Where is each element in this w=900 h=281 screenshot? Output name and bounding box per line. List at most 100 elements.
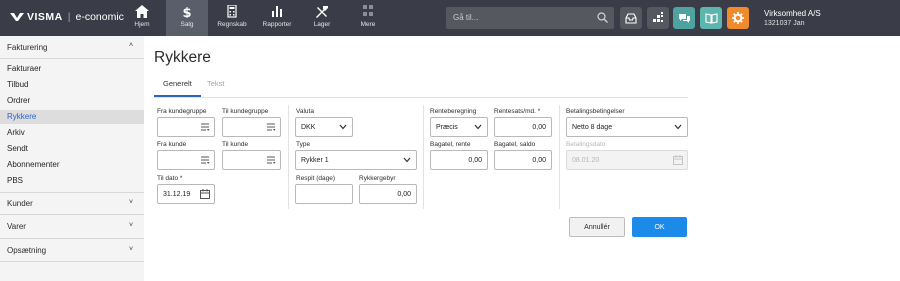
list-picker-icon[interactable] — [200, 122, 210, 132]
chevron-up-icon[interactable]: ˄ — [129, 42, 133, 49]
active-tab-indicator — [154, 95, 201, 97]
nav-lager[interactable]: Lager — [301, 0, 343, 36]
list-picker-icon[interactable] — [266, 122, 276, 132]
svg-text:$: $ — [182, 6, 191, 18]
nav-label: Regnskab — [217, 21, 247, 28]
chat-button[interactable] — [673, 7, 695, 29]
inbox-button[interactable] — [620, 7, 642, 29]
sidebar-divider — [0, 192, 144, 193]
chevron-down-icon[interactable]: ˅ — [129, 222, 133, 229]
cancel-button[interactable]: Annullér — [569, 217, 625, 237]
nav-salg[interactable]: $ Salg — [166, 0, 208, 36]
sidebar-divider — [0, 238, 144, 239]
app-logo[interactable]: VISMA | e-conomic — [10, 11, 124, 23]
til-dato-field[interactable]: 31.12.19 — [157, 184, 215, 204]
dots-grid-icon — [653, 12, 663, 22]
logo-separator: | — [67, 11, 71, 23]
sidebar-item-sendt[interactable]: Sendt — [0, 142, 144, 156]
sidebar-item-ordrer[interactable]: Ordrer — [0, 94, 144, 108]
column-divider — [288, 105, 289, 209]
sidebar-divider — [0, 261, 144, 262]
search-placeholder: Gå til... — [453, 13, 479, 22]
chat-icon — [678, 13, 690, 23]
page-title: Rykkere — [154, 49, 211, 66]
help-button[interactable] — [700, 7, 722, 29]
respit-field[interactable] — [295, 184, 353, 204]
company-number: 1321037 Jan — [764, 20, 805, 27]
search-input[interactable]: Gå til... — [446, 7, 614, 29]
rentesats-value: 0,00 — [532, 124, 546, 131]
valuta-value: DKK — [301, 124, 316, 131]
list-picker-icon[interactable] — [200, 155, 210, 165]
rykkergebyr-value: 0,00 — [397, 191, 411, 198]
sidebar-divider — [0, 214, 144, 215]
tools-icon — [316, 6, 328, 18]
sidebar-item-pbs[interactable]: PBS — [0, 174, 144, 188]
visma-logo-icon — [10, 13, 24, 21]
chevron-down-icon — [403, 157, 411, 163]
ok-button[interactable]: OK — [632, 217, 687, 237]
til-kundegruppe-label: Til kundegruppe — [222, 108, 269, 115]
nav-hjem[interactable]: Hjem — [121, 0, 163, 36]
bagatel-rente-field[interactable]: 0,00 — [430, 150, 488, 170]
sidebar-divider — [0, 58, 144, 59]
valuta-select[interactable]: DKK — [295, 117, 353, 137]
rentesats-field[interactable]: 0,00 — [494, 117, 552, 137]
tab-divider — [154, 97, 688, 98]
nav-label: Hjem — [134, 21, 150, 28]
renteberegning-select[interactable]: Præcis — [430, 117, 488, 137]
sidebar-item-abonnementer[interactable]: Abonnementer — [0, 158, 144, 172]
rentesats-label: Rentesats/md. * — [494, 108, 541, 115]
til-dato-value: 31.12.19 — [163, 191, 191, 198]
home-icon — [135, 5, 149, 18]
chevron-down-icon[interactable]: ˅ — [129, 246, 133, 253]
type-select[interactable]: Rykker 1 — [295, 150, 417, 170]
book-icon — [704, 12, 718, 24]
rykkergebyr-field[interactable]: 0,00 — [359, 184, 417, 204]
sidebar-section-kunder[interactable]: Kunder — [7, 199, 33, 208]
company-info[interactable]: Virksomhed A/S 1321037 Jan — [764, 9, 821, 29]
til-kunde-label: Til kunde — [222, 141, 249, 148]
til-kunde-field[interactable] — [222, 150, 281, 170]
nav-label: Rapporter — [262, 21, 292, 28]
betalingsbetingelser-select[interactable]: Netto 8 dage — [566, 117, 688, 137]
chevron-down-icon — [339, 124, 347, 130]
til-kundegruppe-field[interactable] — [222, 117, 281, 137]
sidebar-item-fakturaer[interactable]: Fakturaer — [0, 62, 144, 76]
sidebar-item-rykkere[interactable]: Rykkere — [0, 110, 144, 124]
fra-kunde-field[interactable] — [157, 150, 215, 170]
rykkergebyr-label: Rykkergebyr — [359, 175, 396, 182]
sidebar-item-tilbud[interactable]: Tilbud — [0, 78, 144, 92]
fra-kunde-label: Fra kunde — [157, 141, 187, 148]
valuta-label: Valuta — [296, 108, 314, 115]
fra-kundegruppe-label: Fra kundegruppe — [157, 108, 207, 115]
betalingsbetingelser-label: Betalingsbetingelser — [566, 108, 625, 115]
tab-tekst[interactable]: Tekst — [207, 79, 225, 88]
bagatel-saldo-value: 0,00 — [532, 157, 546, 164]
sidebar-section-varer[interactable]: Varer — [7, 222, 26, 231]
dollar-icon: $ — [182, 6, 191, 18]
list-picker-icon[interactable] — [266, 155, 276, 165]
sidebar-section-fakturering[interactable]: Fakturering — [7, 43, 47, 52]
nav-label: Lager — [313, 21, 331, 28]
column-divider — [423, 105, 424, 209]
company-name: Virksomhed A/S — [764, 9, 821, 18]
chevron-down-icon — [474, 124, 482, 130]
calendar-icon[interactable] — [200, 189, 210, 199]
chevron-down-icon[interactable]: ˅ — [129, 199, 133, 206]
bar-chart-icon — [272, 6, 282, 17]
nav-label: Salg — [180, 21, 194, 28]
nav-mere[interactable]: Mere — [347, 0, 389, 36]
nav-regnskab[interactable]: Regnskab — [211, 0, 253, 36]
search-icon[interactable] — [597, 12, 608, 23]
gear-icon — [732, 12, 744, 24]
sidebar-item-arkiv[interactable]: Arkiv — [0, 126, 144, 140]
sidebar-section-opsaetning[interactable]: Opsætning — [7, 246, 46, 255]
logo-brand: VISMA — [27, 11, 63, 23]
settings-button[interactable] — [727, 7, 749, 29]
tab-generelt[interactable]: Generelt — [163, 79, 192, 88]
nav-rapporter[interactable]: Rapporter — [256, 0, 298, 36]
bagatel-saldo-field[interactable]: 0,00 — [494, 150, 552, 170]
sparkle-button[interactable] — [647, 7, 669, 29]
fra-kundegruppe-field[interactable] — [157, 117, 215, 137]
